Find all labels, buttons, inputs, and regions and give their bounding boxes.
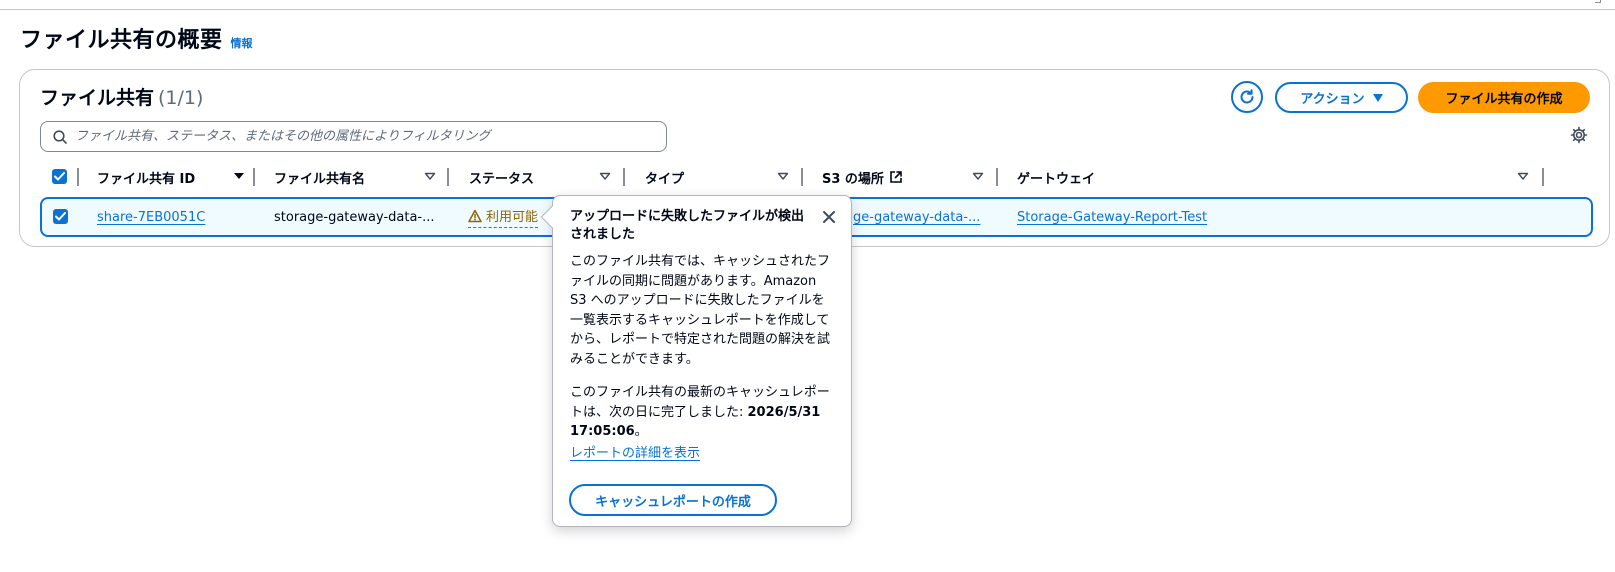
caret-down-icon <box>1372 93 1383 102</box>
column-header-s3-location[interactable]: S3 の場所 <box>822 163 984 191</box>
cell-s3-location: ge-gateway-data-... <box>853 199 980 235</box>
status-details-popover: アップロードに失敗したファイルが検出されました このファイル共有では、キャッシュ… <box>540 195 852 527</box>
s3-location-link[interactable]: ge-gateway-data-... <box>853 210 980 225</box>
table-count: (1/1) <box>158 87 204 109</box>
column-divider[interactable] <box>447 168 449 186</box>
column-header-type[interactable]: タイプ <box>645 163 789 191</box>
sort-icon[interactable] <box>972 169 984 183</box>
external-link-icon <box>890 171 902 183</box>
actions-dropdown-button[interactable]: アクション <box>1275 82 1408 113</box>
create-cache-report-button[interactable]: キャッシュレポートの作成 <box>569 484 777 516</box>
column-divider[interactable] <box>1542 168 1544 186</box>
filter-input[interactable] <box>75 129 635 144</box>
column-divider[interactable] <box>623 168 625 186</box>
popover-paragraph-2: このファイル共有の最新のキャッシュレポートは、次の日に完了しました: 2026/… <box>570 383 836 463</box>
column-header-label: ゲートウェイ <box>1017 171 1096 187</box>
sort-icon[interactable] <box>777 169 789 183</box>
column-header-label: S3 の場所 <box>822 171 884 187</box>
cell-file-share-name: storage-gateway-data-... <box>274 209 435 225</box>
gear-icon[interactable] <box>1570 126 1588 144</box>
popover-title: アップロードに失敗したファイルが検出されました <box>570 209 805 242</box>
popover-body: このファイル共有では、キャッシュされたファイルの同期に問題があります。Amazo… <box>570 252 836 477</box>
table-title-text: ファイル共有 <box>40 87 155 109</box>
refresh-icon <box>1240 89 1254 104</box>
cell-file-share-id: share-7EB0051C <box>97 199 205 235</box>
close-icon[interactable] <box>821 209 837 225</box>
info-link[interactable]: 情報 <box>231 35 253 51</box>
status-text: 利用可能 <box>486 210 539 225</box>
column-divider[interactable] <box>801 168 803 186</box>
column-header-label: タイプ <box>645 171 685 187</box>
column-header-label: ファイル共有 ID <box>97 171 196 187</box>
refresh-button[interactable] <box>1231 81 1263 113</box>
popover-paragraph-2-suffix: 。 <box>634 424 648 439</box>
column-divider[interactable] <box>77 168 79 186</box>
table-header-row: ファイル共有 ID ファイル共有名 ステータス タイプ S3 の場所 ゲートウェ… <box>40 163 1590 191</box>
check-icon <box>55 212 66 221</box>
column-divider[interactable] <box>996 168 998 186</box>
sort-icon[interactable] <box>599 169 611 183</box>
top-corner-mark <box>1595 0 1601 3</box>
table-title: ファイル共有 (1/1) <box>40 83 203 110</box>
select-all-checkbox[interactable] <box>52 169 67 184</box>
column-divider[interactable] <box>253 168 255 186</box>
view-report-details-link[interactable]: レポートの詳細を表示 <box>570 444 700 464</box>
sort-icon[interactable] <box>1517 169 1529 183</box>
column-header-file-share-name[interactable]: ファイル共有名 <box>274 163 436 191</box>
sort-desc-icon[interactable] <box>233 169 245 183</box>
status-popover-trigger[interactable]: 利用可能 <box>468 206 539 228</box>
column-header-gateway[interactable]: ゲートウェイ <box>1017 163 1529 191</box>
search-icon <box>53 129 67 144</box>
column-header-label: ステータス <box>469 171 535 187</box>
warning-icon <box>468 209 482 222</box>
cell-gateway: Storage-Gateway-Report-Test <box>1017 199 1207 235</box>
file-share-id-link[interactable]: share-7EB0051C <box>97 210 205 225</box>
row-select-checkbox[interactable] <box>53 209 68 224</box>
sort-icon[interactable] <box>424 169 436 183</box>
gateway-link[interactable]: Storage-Gateway-Report-Test <box>1017 210 1207 225</box>
column-header-status[interactable]: ステータス <box>469 163 611 191</box>
page-header: ファイル共有の概要 情報 <box>20 22 253 54</box>
actions-label: アクション <box>1300 92 1365 107</box>
page-title: ファイル共有の概要 <box>20 28 223 53</box>
cell-status: 利用可能 <box>468 199 539 235</box>
top-divider <box>0 9 1615 10</box>
filter-search-box[interactable] <box>40 121 667 152</box>
column-header-file-share-id[interactable]: ファイル共有 ID <box>97 163 245 191</box>
column-header-label: ファイル共有名 <box>274 171 366 187</box>
create-file-share-button[interactable]: ファイル共有の作成 <box>1418 82 1590 113</box>
popover-paragraph-1: このファイル共有では、キャッシュされたファイルの同期に問題があります。Amazo… <box>570 254 831 367</box>
check-icon <box>54 172 65 181</box>
